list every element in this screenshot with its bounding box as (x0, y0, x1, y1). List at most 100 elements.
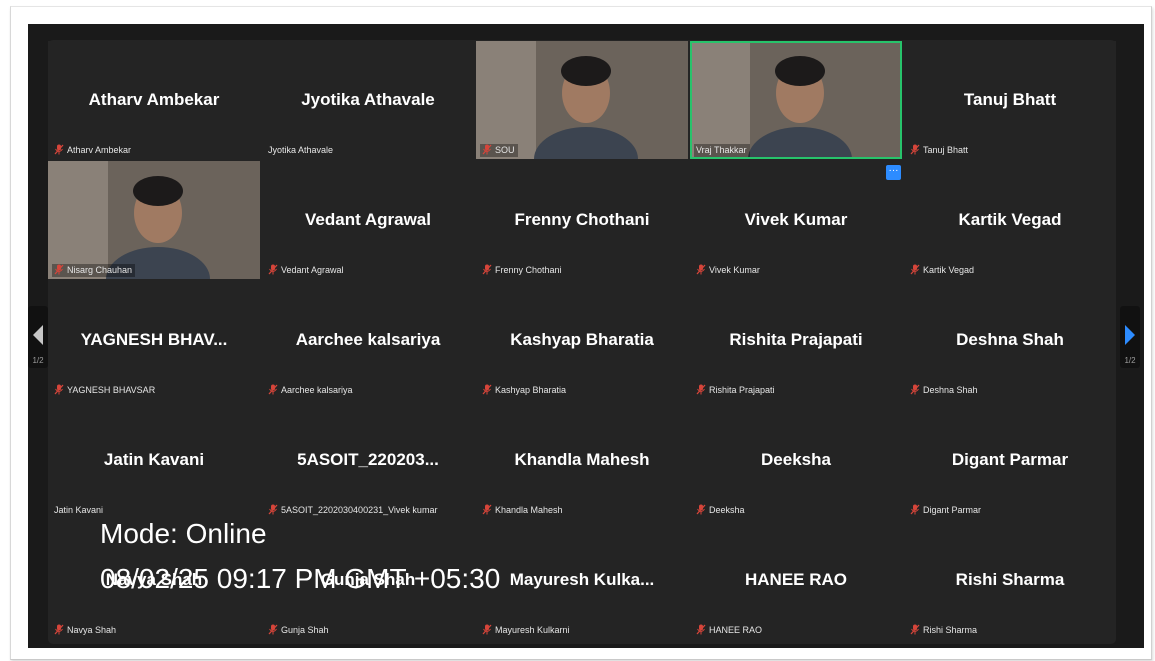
participant-name-label: HANEE RAO (694, 624, 765, 637)
participant-label-text: Jyotika Athavale (268, 145, 334, 155)
participant-name-label: Atharv Ambekar (52, 144, 134, 157)
mic-muted-icon (910, 624, 920, 635)
participant-name: Deshna Shah (956, 330, 1064, 349)
participant-label-text: Mayuresh Kulkarni (495, 625, 570, 635)
participant-label-text: HANEE RAO (709, 625, 763, 635)
participant-name: Vedant Agrawal (305, 210, 431, 229)
participant-name-label: Gunja Shah (266, 624, 332, 637)
participant-label-text: Deshna Shah (923, 385, 978, 395)
participant-label-text: Vraj Thakkar (696, 145, 747, 155)
page-indicator-right: 1/2 (1124, 356, 1136, 365)
participant-name: YAGNESH BHAV... (80, 330, 228, 349)
mic-muted-icon (696, 264, 706, 275)
mic-muted-icon (910, 504, 920, 515)
mode-overlay-text: Mode: Online (100, 518, 267, 549)
mic-muted-icon (482, 624, 492, 635)
participant-name-label: Tanuj Bhatt (908, 144, 971, 157)
participant-name: Aarchee kalsariya (295, 330, 441, 349)
timestamp-overlay-text: 08/02/25 09:17 PM GMT +05:30 (100, 563, 501, 594)
participant-tile[interactable]: Rishi Sharma Rishi Sharma (904, 521, 1116, 639)
participant-tile[interactable]: Vivek Kumar Vivek Kumar (690, 161, 902, 279)
participant-name-label: Vraj Thakkar (694, 144, 750, 157)
participant-label-text: Deeksha (709, 505, 745, 515)
participant-label-text: Gunja Shah (281, 625, 329, 635)
participant-name-label: Kartik Vegad (908, 264, 977, 277)
participant-tile[interactable]: Atharv Ambekar Atharv Ambekar (48, 41, 260, 159)
participant-name: Kashyap Bharatia (510, 330, 654, 349)
participant-name: HANEE RAO (744, 570, 847, 589)
participant-label-text: SOU (495, 145, 515, 155)
participant-name: Deeksha (761, 450, 831, 469)
participant-tile[interactable]: Khandla Mahesh Khandla Mahesh (476, 401, 688, 519)
more-options-button[interactable]: ··· (886, 165, 901, 180)
participant-name: Vivek Kumar (744, 210, 848, 229)
participant-name: Kartik Vegad (958, 210, 1062, 229)
participant-tile[interactable]: Vraj Thakkar (690, 41, 902, 159)
participant-label-text: Khandla Mahesh (495, 505, 563, 515)
participant-name: Jatin Kavani (103, 450, 205, 469)
participant-name-label: YAGNESH BHAVSAR (52, 384, 158, 397)
mic-muted-icon (268, 384, 278, 395)
participant-tile[interactable]: Tanuj Bhatt Tanuj Bhatt (904, 41, 1116, 159)
participant-tile[interactable]: Aarchee kalsariya Aarchee kalsariya (262, 281, 474, 399)
participant-name: Atharv Ambekar (88, 90, 220, 109)
participant-name-label: Deeksha (694, 504, 748, 517)
mic-muted-icon (268, 504, 278, 515)
participant-tile[interactable]: Vedant Agrawal Vedant Agrawal (262, 161, 474, 279)
participant-tile[interactable]: SOU (476, 41, 688, 159)
participant-tile[interactable]: YAGNESH BHAV... YAGNESH BHAVSAR (48, 281, 260, 399)
participant-label-text: Tanuj Bhatt (923, 145, 969, 155)
participant-name: Rishita Prajapati (729, 330, 863, 349)
participant-label-text: 5ASOIT_2202030400231_Vivek kumar (281, 505, 438, 515)
participant-label-text: Rishita Prajapati (709, 385, 775, 395)
mic-muted-icon (482, 144, 492, 155)
participant-tile[interactable]: Jyotika Athavale Jyotika Athavale (262, 41, 474, 159)
participant-tile[interactable]: Digant Parmar Digant Parmar (904, 401, 1116, 519)
mic-muted-icon (696, 384, 706, 395)
participant-tile[interactable]: Deshna Shah Deshna Shah (904, 281, 1116, 399)
participant-name-label: SOU (480, 144, 518, 157)
participant-label-text: Frenny Chothani (495, 265, 562, 275)
participant-tile[interactable]: Kashyap Bharatia Kashyap Bharatia (476, 281, 688, 399)
participant-label-text: YAGNESH BHAVSAR (67, 385, 156, 395)
participant-name: Khandla Mahesh (514, 450, 650, 469)
participant-tile[interactable]: Frenny Chothani Frenny Chothani (476, 161, 688, 279)
participant-label-text: Kartik Vegad (923, 265, 975, 275)
mic-muted-icon (54, 144, 64, 155)
participant-video (48, 161, 260, 279)
chevron-right-icon (1125, 325, 1135, 345)
mic-muted-icon (268, 624, 278, 635)
participant-label-text: Vedant Agrawal (281, 265, 344, 275)
previous-page-button[interactable]: 1/2 (28, 306, 48, 368)
participant-label-text: Kashyap Bharatia (495, 385, 567, 395)
participant-name-label: Jatin Kavani (52, 504, 106, 517)
participant-tile[interactable]: Nisarg Chauhan (48, 161, 260, 279)
participant-name-label: Khandla Mahesh (480, 504, 566, 517)
participant-name-label: Rishi Sharma (908, 624, 980, 637)
participant-label-text: Navya Shah (67, 625, 117, 635)
participant-tile[interactable]: HANEE RAO HANEE RAO (690, 521, 902, 639)
mic-muted-icon (54, 384, 64, 395)
participant-tile[interactable]: Mayuresh Kulka... Mayuresh Kulkarni (476, 521, 688, 639)
participant-name-label: Navya Shah (52, 624, 119, 637)
mic-muted-icon (54, 624, 64, 635)
mic-muted-icon (482, 384, 492, 395)
next-page-button[interactable]: 1/2 (1120, 306, 1140, 368)
participant-name: Jyotika Athavale (301, 90, 435, 109)
participant-tile[interactable]: Kartik Vegad Kartik Vegad (904, 161, 1116, 279)
participant-name-label: Digant Parmar (908, 504, 984, 517)
chevron-left-icon (33, 325, 43, 345)
participant-tile[interactable]: Rishita Prajapati Rishita Prajapati (690, 281, 902, 399)
page-indicator-left: 1/2 (32, 356, 44, 365)
participant-name-label: Rishita Prajapati (694, 384, 778, 397)
participant-label-text: Nisarg Chauhan (67, 265, 133, 275)
participant-tile[interactable]: Jatin Kavani Jatin Kavani (48, 401, 260, 519)
participant-tile[interactable]: Deeksha Deeksha (690, 401, 902, 519)
participant-name-label: 5ASOIT_2202030400231_Vivek kumar (266, 504, 440, 517)
participant-name-label: Kashyap Bharatia (480, 384, 569, 397)
participant-tile[interactable]: 5ASOIT_220203... 5ASOIT_2202030400231_Viv… (262, 401, 474, 519)
participant-label-text: Jatin Kavani (54, 505, 104, 515)
participant-name: Digant Parmar (951, 450, 1069, 469)
participant-label-text: Digant Parmar (923, 505, 982, 515)
participant-label-text: Vivek Kumar (709, 265, 760, 275)
